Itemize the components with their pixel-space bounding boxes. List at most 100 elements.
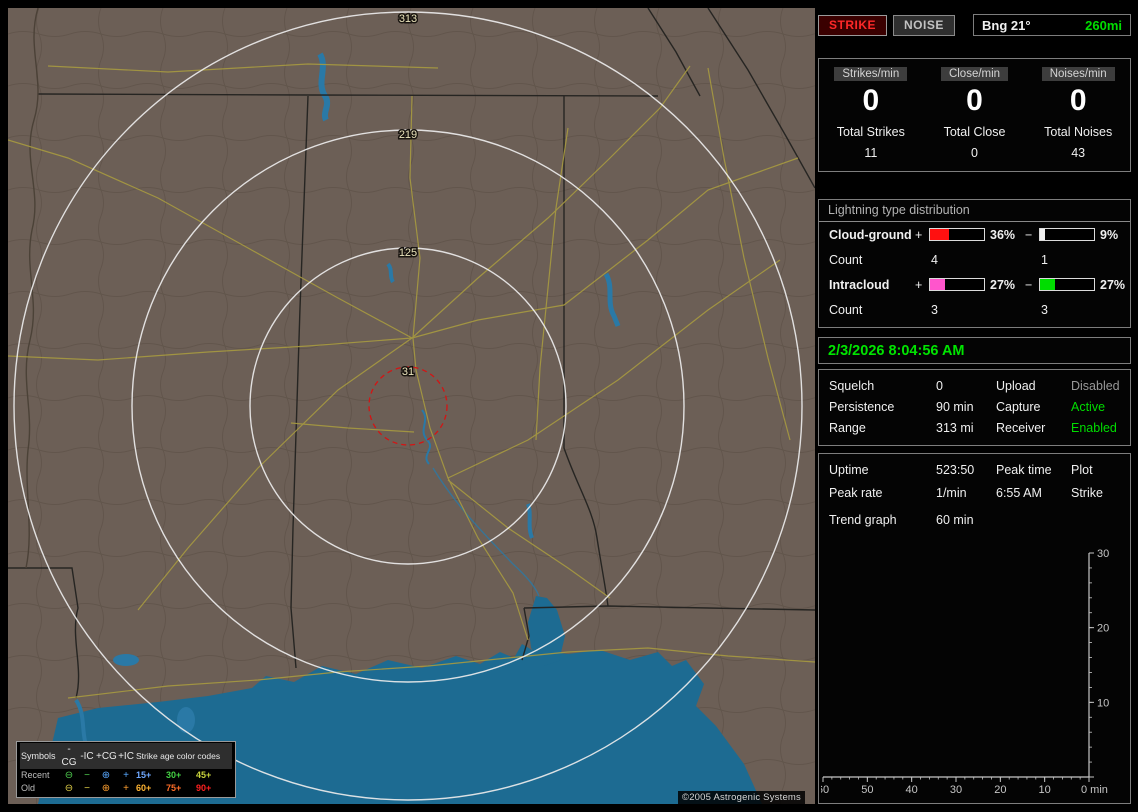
cg-minus-bar [1039,228,1095,241]
ic-minus-pct: 27% [1100,277,1126,292]
total-close-label: Total Close [943,125,1006,139]
cg-plus-bar-fill [930,229,950,240]
svg-text:50: 50 [861,784,873,796]
stats-panel: Uptime 523:50 Peak time Plot Peak rate 1… [818,453,1131,804]
close-column: Close/min 0 Total Close 0 [923,59,1027,171]
strike-button[interactable]: STRIKE [818,14,888,36]
peak-rate-label: Peak rate [829,486,883,500]
legend-row-recent: Recent ⊖ − ⊕ + 15+ 30+ 45+ [20,769,232,782]
noises-per-min-chip[interactable]: Noises/min [1041,67,1115,81]
cloud-ground-label: Cloud-ground [829,227,912,242]
intracloud-count-row: Count 3 3 [819,297,1130,322]
cg-plus-bar [929,228,985,241]
pos-cg-recent-icon: ⊕ [101,770,111,781]
range-value: 313 mi [936,421,974,435]
copyright: ©2005 Astrogenic Systems [678,791,805,804]
neg-ic-old-icon: − [84,783,90,794]
cg-plus-count: 4 [931,252,938,267]
total-strikes-label: Total Strikes [836,125,905,139]
age-code-15: 15+ [136,770,152,780]
intracloud-label: Intracloud [829,277,890,292]
legend-col-neg-cg: -CG [61,744,77,768]
cg-minus-bar-fill [1040,229,1045,240]
receiver-label: Receiver [996,421,1046,435]
strike-legend: Symbols -CG -IC +CG +IC Strike age color… [16,741,236,798]
capture-label: Capture [996,400,1041,414]
legend-col-pos-ic: +IC [118,750,134,762]
receiver-status: Enabled [1071,421,1117,435]
stats-grid: Uptime 523:50 Peak time Plot Peak rate 1… [819,454,1130,500]
svg-text:30: 30 [1097,548,1109,560]
legend-col-pos-cg: +CG [96,750,117,762]
trend-graph-header: Trend graph 60 min [819,500,1130,527]
noise-button[interactable]: NOISE [893,14,955,36]
noises-column: Noises/min 0 Total Noises 43 [1026,59,1130,171]
legend-age-title: Strike age color codes [136,750,221,761]
ic-plus-pct: 27% [990,277,1016,292]
strikes-per-min-chip[interactable]: Strikes/min [834,67,908,81]
ring-label-313: 313 [399,13,417,25]
total-noises-value: 43 [1071,146,1086,160]
plot-value: Strike [1071,486,1103,500]
age-code-45: 45+ [196,770,212,780]
svg-text:0 min: 0 min [1081,784,1108,796]
cg-count-label: Count [829,252,863,267]
svg-text:30: 30 [950,784,962,796]
strikes-per-min-value: 0 [862,84,880,117]
cloud-ground-count-row: Count 4 1 [819,247,1130,272]
pos-cg-old-icon: ⊕ [101,783,111,794]
svg-text:10: 10 [1097,697,1109,709]
svg-text:20: 20 [1097,623,1109,635]
total-strikes-value: 11 [864,146,878,160]
plus-sign: + [915,227,923,242]
close-per-min-chip[interactable]: Close/min [940,67,1009,81]
ic-minus-bar-fill [1040,279,1055,290]
distribution-title: Lightning type distribution [819,200,1130,222]
pos-ic-old-icon: + [123,783,129,794]
capture-status: Active [1071,400,1106,414]
cloud-ground-row: Cloud-ground + 36% − 9% [819,222,1130,247]
ring-label-31: 31 [402,366,414,378]
strikes-column: Strikes/min 0 Total Strikes 11 [819,59,923,171]
ic-minus-bar [1039,278,1095,291]
ic-plus-bar-fill [930,279,945,290]
peak-rate-value: 1/min [936,486,967,500]
upload-status: Disabled [1071,379,1120,393]
legend-old-label: Old [21,783,36,793]
uptime-label: Uptime [829,463,869,477]
plot-label: Plot [1071,463,1093,477]
counters-panel: Strikes/min 0 Total Strikes 11 Close/min… [818,58,1131,172]
datetime-display: 2/3/2026 8:04:56 AM [828,343,965,359]
distribution-panel: Lightning type distribution Cloud-ground… [818,199,1131,328]
neg-ic-recent-icon: − [84,770,90,781]
age-code-60: 60+ [136,783,152,793]
legend-recent-label: Recent [21,770,50,780]
map-graphics: 313 219 125 31 [8,8,815,804]
map-canvas[interactable]: 313 219 125 31 Symbols -CG -IC +CG +IC S… [8,8,815,804]
squelch-value: 0 [936,379,943,393]
clock-panel: 2/3/2026 8:04:56 AM [818,337,1131,364]
noises-per-min-value: 0 [1069,84,1087,117]
uptime-value: 523:50 [936,463,975,477]
neg-cg-recent-icon: ⊖ [64,770,74,781]
cg-plus-pct: 36% [990,227,1016,242]
squelch-label: Squelch [829,379,875,393]
bearing-display: Bng 21° 260mi [973,14,1131,36]
trend-graph-window: 60 min [936,513,974,527]
cg-minus-count: 1 [1041,252,1048,267]
trend-graph: 60 50 40 30 20 10 30 20 10 0 min [821,548,1109,796]
ring-label-219: 219 [399,129,417,141]
ring-label-125: 125 [399,247,417,259]
persistence-value: 90 min [936,400,974,414]
toolbar: STRIKE NOISE Bng 21° 260mi [818,13,1131,37]
total-close-value: 0 [971,146,978,160]
persistence-label: Persistence [829,400,895,414]
cg-minus-pct: 9% [1100,227,1119,242]
ic-count-label: Count [829,302,863,317]
peak-time-value: 6:55 AM [996,486,1042,500]
legend-symbols-title: Symbols [21,750,56,761]
ic-minus-count: 3 [1041,302,1048,317]
bearing-label: Bng 21° [982,17,1031,33]
age-code-75: 75+ [166,783,182,793]
plus-sign: + [915,277,923,292]
